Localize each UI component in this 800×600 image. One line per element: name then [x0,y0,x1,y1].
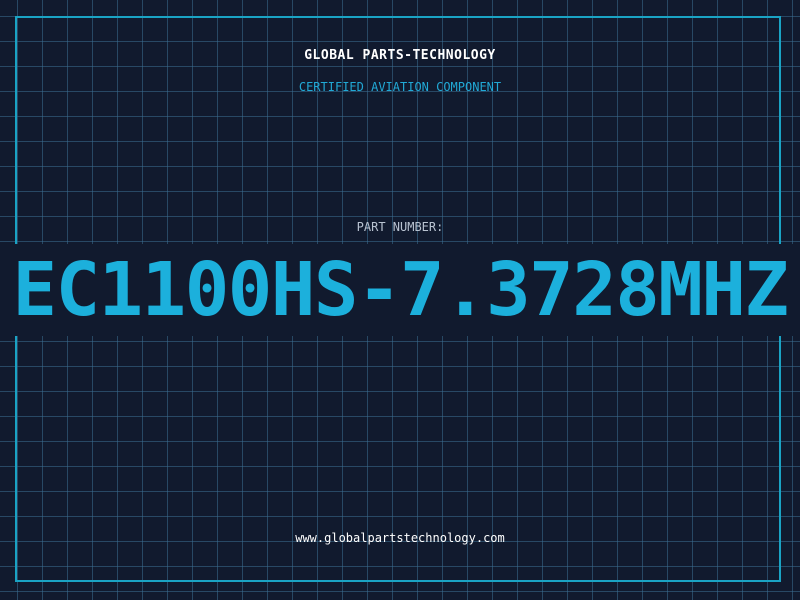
brand-title: GLOBAL PARTS-TECHNOLOGY [304,48,496,63]
website-url: www.globalpartstechnology.com [295,531,505,545]
part-number-band: EC1100HS-7.3728MHZ [0,244,800,336]
part-number-value: EC1100HS-7.3728MHZ [12,247,789,333]
part-number-label: PART NUMBER: [356,220,444,234]
brand-tagline: CERTIFIED AVIATION COMPONENT [298,80,502,94]
part-card: GLOBAL PARTS-TECHNOLOGY CERTIFIED AVIATI… [0,0,800,600]
